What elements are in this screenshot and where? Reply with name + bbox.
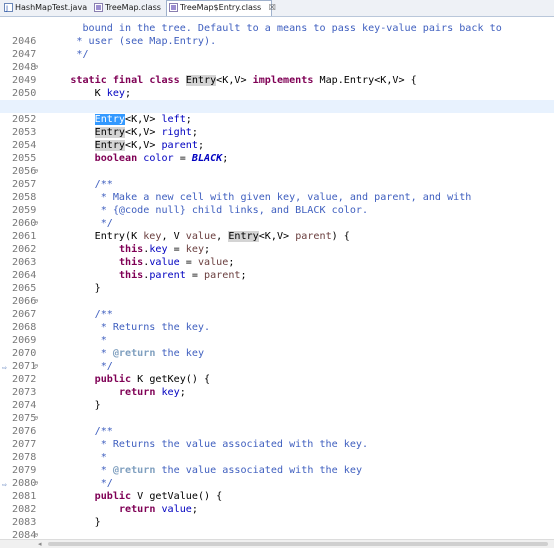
java-file-icon: J xyxy=(4,3,13,12)
code-line: ⇨ 2072 ⊖ public K getKey() { xyxy=(2,360,211,385)
code-line: 2056 xyxy=(12,166,37,177)
code-line: 2075 xyxy=(12,413,37,424)
code-line: 2066 xyxy=(12,296,37,307)
code-line: 2063 this.value = value; xyxy=(12,257,235,268)
tab-treemap-class[interactable]: TreeMap.class xyxy=(92,1,162,15)
tab-label: HashMapTest.java xyxy=(15,3,88,12)
code-editor[interactable]: bound in the tree. Default to a means to… xyxy=(0,17,554,539)
code-line: 2064 this.parent = parent; xyxy=(12,270,247,281)
tab-label: TreeMap.class xyxy=(105,3,161,12)
code-line: 2054 Entry<K,V> parent; xyxy=(12,140,205,151)
code-line: 2084 xyxy=(12,530,37,539)
code-line: 2058 * Make a new cell with given key, v… xyxy=(12,192,472,203)
code-line: 2048 xyxy=(12,62,37,73)
code-line: 2069 * xyxy=(12,335,107,346)
code-line: 2079 * @return the value associated with… xyxy=(12,465,363,476)
code-line: 2067 ⊖ /** xyxy=(12,295,113,320)
code-line: 2080 */ xyxy=(12,478,113,489)
tab-label: TreeMap$Entry.class xyxy=(180,3,262,12)
code-line: 2082 return value; xyxy=(12,504,198,515)
code-line: 2047 */ xyxy=(12,49,89,60)
code-line: 2060 */ xyxy=(12,218,113,229)
fold-toggle-icon[interactable]: ⊖ xyxy=(34,529,38,539)
code-line: 2057 ⊖ /** xyxy=(12,165,113,190)
class-file-icon xyxy=(94,3,103,12)
code-line: 2078 * xyxy=(12,452,107,463)
fold-toggle-icon[interactable]: ⊖ xyxy=(34,165,38,178)
tab-hashmaptest[interactable]: J HashMapTest.java xyxy=(2,1,88,15)
code-line: 2083 } xyxy=(12,517,101,528)
code-line: 2046 * user (see Map.Entry). xyxy=(12,36,217,47)
code-line: 2068 * Returns the key. xyxy=(12,322,211,333)
code-line: 2055 boolean color = BLACK; xyxy=(12,153,229,164)
class-file-icon xyxy=(169,3,178,12)
code-line: 2065 } xyxy=(12,283,101,294)
code-line: 2077 * Returns the value associated with… xyxy=(12,439,369,450)
code-line: 2071 */ xyxy=(12,361,113,372)
current-code-line: 2052 Entry<K,V> left; xyxy=(0,100,554,125)
code-line: 2074 } xyxy=(12,400,101,411)
code-line: 2076 ⊖ /** xyxy=(12,412,113,437)
editor-tab-bar: J HashMapTest.java TreeMap.class TreeMap… xyxy=(0,0,554,17)
fold-toggle-icon[interactable]: ⊖ xyxy=(34,295,38,308)
fold-toggle-icon[interactable]: ⊖ xyxy=(34,412,38,425)
code-line: ⇨ 2081 ⊖ public V getValue() { xyxy=(2,477,223,502)
code-line: 2062 this.key = key; xyxy=(12,244,211,255)
scrollbar-thumb[interactable] xyxy=(48,542,548,546)
fold-toggle-icon[interactable]: ⊖ xyxy=(34,217,38,230)
tab-treemap-entry-class[interactable]: TreeMap$Entry.class ☒ xyxy=(166,0,276,16)
code-line: 2061 ⊖ Entry(K key, V value, Entry<K,V> p… xyxy=(12,217,350,242)
fold-toggle-icon[interactable]: ⊖ xyxy=(34,477,38,490)
code-line: 2059 * {@code null} child links, and BLA… xyxy=(12,205,369,216)
code-line: 2049 ⊖ static final class Entry<K,V> impl… xyxy=(12,61,417,86)
fold-toggle-icon[interactable]: ⊖ xyxy=(34,360,38,373)
code-line: 2053 Entry<K,V> right; xyxy=(12,127,198,138)
code-line: 2073 return key; xyxy=(12,387,186,398)
fold-toggle-icon[interactable]: ⊖ xyxy=(34,61,38,74)
code-line: 2050 K key; xyxy=(12,88,132,99)
code-line: 2070 * @return the key xyxy=(12,348,205,359)
code-line: 2051 V value; xyxy=(0,87,554,112)
close-icon[interactable]: ☒ xyxy=(269,3,276,12)
code-line: 2085⊖ /** xyxy=(0,529,554,539)
svg-text:J: J xyxy=(5,5,8,13)
